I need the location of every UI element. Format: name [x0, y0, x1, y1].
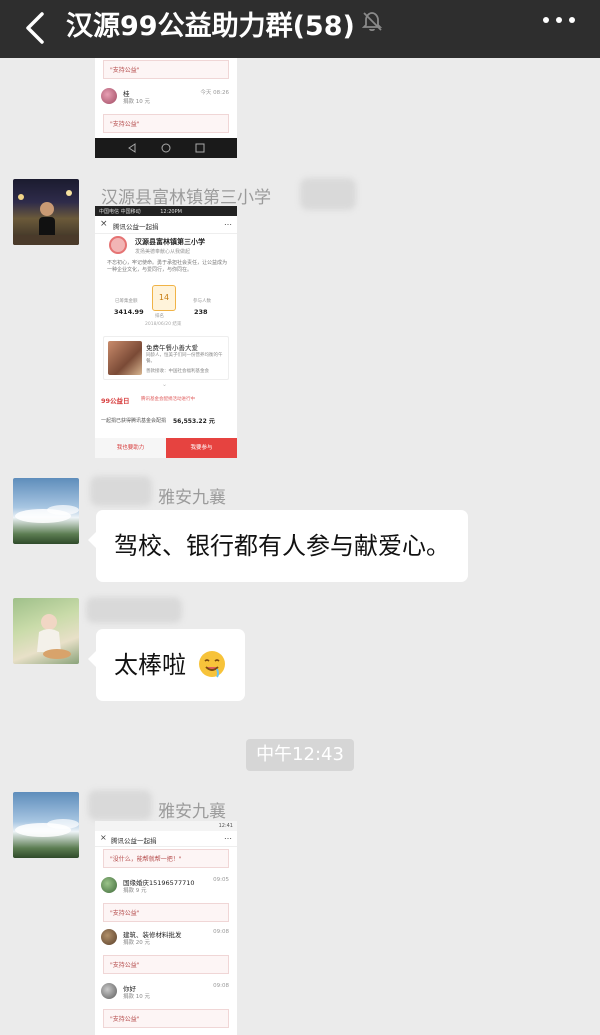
total-value: 56,553.22 元	[173, 418, 215, 425]
nav-bar: × 腾讯公益一起捐 …	[95, 831, 237, 847]
sender-name: 汉源县富林镇第三小学	[101, 188, 271, 208]
more-icon[interactable]: …	[224, 218, 232, 227]
org-logo	[109, 236, 127, 254]
project-title: 免费午餐小善大爱	[146, 344, 198, 352]
stat-left-label: 已筹集金额	[115, 299, 138, 304]
redacted-blur	[88, 790, 152, 820]
close-icon[interactable]: ×	[100, 833, 107, 842]
end-date-note: 2018/06/20 结束	[145, 322, 182, 327]
donor-avatar	[101, 983, 117, 999]
donor-time: 09:08	[213, 983, 229, 989]
message-text: 太棒啦	[114, 651, 186, 679]
donation-quote: "支持公益"	[103, 955, 229, 974]
org-subtitle: 发扬美德奉献心从我做起	[135, 249, 191, 255]
status-bar: 12:41	[95, 821, 237, 831]
donor-row: 国缘婚庆15196577710 捐款 9 元 09:05	[101, 877, 231, 897]
avatar-image	[37, 614, 71, 659]
more-icon[interactable]: …	[224, 832, 232, 841]
chat-title: 汉源99公益助力群(58)	[66, 11, 355, 42]
stat-left-value: 3414.99	[114, 308, 144, 316]
redacted-blur	[90, 476, 152, 506]
status-bar: 中国电信 中国移动 12:20PM	[95, 206, 237, 216]
org-name: 汉源县富林镇第三小学	[135, 238, 205, 246]
avatar-image	[15, 505, 79, 523]
donor-amount: 捐款 10 元	[123, 99, 150, 105]
help-button[interactable]: 我也要助力	[95, 438, 166, 458]
sender-name: 雅安九襄	[158, 802, 226, 822]
join-button[interactable]: 我要参与	[166, 438, 237, 458]
project-org: 善款接收：中国社会福利基金会	[146, 369, 209, 374]
bell-muted-icon	[361, 12, 383, 32]
nav-title: 腾讯公益一起捐	[111, 837, 157, 845]
donor-time: 09:08	[213, 929, 229, 935]
project-card[interactable]: 免费午餐小善大爱 同龄人，恒美子们同一份营养均衡的午餐。 善款接收：中国社会福利…	[103, 336, 229, 380]
donor-amount: 捐款 20 元	[123, 940, 150, 946]
donor-row: 你好 捐款 10 元 09:08	[101, 983, 231, 1003]
avatar[interactable]	[13, 478, 79, 544]
carrier-text: 中国电信 中国移动	[99, 209, 141, 215]
brand-logo: 99公益日	[101, 397, 130, 405]
donor-amount: 捐款 10 元	[123, 994, 150, 1000]
donor-row: 桂 捐款 10 元 今天 08:26	[101, 88, 231, 108]
donation-quote: "没什么，能帮就帮一把！"	[103, 849, 229, 868]
avatar[interactable]	[13, 179, 79, 245]
redacted-blur	[300, 178, 356, 210]
stat-right-label: 参与人数	[193, 299, 211, 304]
donation-quote: "支持公益"	[103, 903, 229, 922]
sender-name: 雅安九襄	[158, 488, 226, 508]
status-time: 12:41	[218, 823, 233, 829]
total-text: 一起捐已获得腾讯基金会配捐	[101, 418, 167, 424]
avatar[interactable]	[13, 598, 79, 664]
redacted-blur	[86, 597, 182, 623]
avatar-image	[13, 190, 79, 245]
donation-quote: "支持公益"	[103, 114, 229, 133]
message-bubble[interactable]: 太棒啦	[88, 629, 245, 701]
donor-row: 建筑、装修材料批发 捐款 20 元 09:08	[101, 929, 231, 949]
message-text: 驾校、银行都有人参与献爱心。	[114, 532, 450, 560]
rank-badge: 14	[152, 285, 176, 311]
image-message-donation-list[interactable]: "支持公益" 桂 捐款 10 元 今天 08:26 "支持公益"	[95, 58, 237, 158]
android-nav-bar	[95, 138, 237, 158]
rank-label: 排名	[155, 314, 164, 319]
brand-note: 腾讯基金会配捐活动进行中	[141, 397, 195, 402]
time-divider: 中午12:43	[246, 739, 354, 771]
nav-title: 腾讯公益一起捐	[113, 223, 159, 231]
drooling-face-emoji-icon	[198, 651, 225, 678]
org-intro: 不忘初心，牢记使命。勇于承担社会责任，让公益成为一种企业文化，与爱同行，与你同在…	[107, 260, 228, 273]
chat-header: 汉源99公益助力群(58)	[0, 0, 600, 58]
image-message-donation-list[interactable]: 12:41 × 腾讯公益一起捐 … "没什么，能帮就帮一把！" 国缘婚庆1519…	[95, 821, 237, 1035]
image-message-charity-page[interactable]: 中国电信 中国移动 12:20PM × 腾讯公益一起捐 … 汉源县富林镇第三小学…	[95, 206, 237, 458]
donor-avatar	[101, 877, 117, 893]
donation-quote: "支持公益"	[103, 60, 229, 79]
project-photo	[108, 341, 142, 375]
message-bubble[interactable]: 驾校、银行都有人参与献爱心。	[88, 510, 468, 582]
donor-avatar	[101, 929, 117, 945]
donation-quote: "支持公益"	[103, 1009, 229, 1028]
avatar-image	[15, 819, 79, 837]
donor-amount: 捐款 9 元	[123, 888, 147, 894]
project-desc: 同龄人，恒美子们同一份营养均衡的午餐。	[146, 353, 223, 364]
status-time: 12:20PM	[160, 209, 182, 215]
donor-avatar	[101, 88, 117, 104]
close-icon[interactable]: ×	[100, 219, 108, 229]
stat-right-value: 238	[194, 308, 208, 316]
more-dots-icon[interactable]	[542, 15, 576, 25]
android-nav-icons	[128, 143, 205, 153]
chevron-left-icon[interactable]	[18, 8, 54, 48]
donor-time: 09:05	[213, 877, 229, 883]
nav-bar: × 腾讯公益一起捐 …	[95, 216, 237, 234]
avatar[interactable]	[13, 792, 79, 858]
chevron-down-icon[interactable]: ⌄	[162, 381, 167, 388]
donor-time: 今天 08:26	[200, 90, 229, 96]
